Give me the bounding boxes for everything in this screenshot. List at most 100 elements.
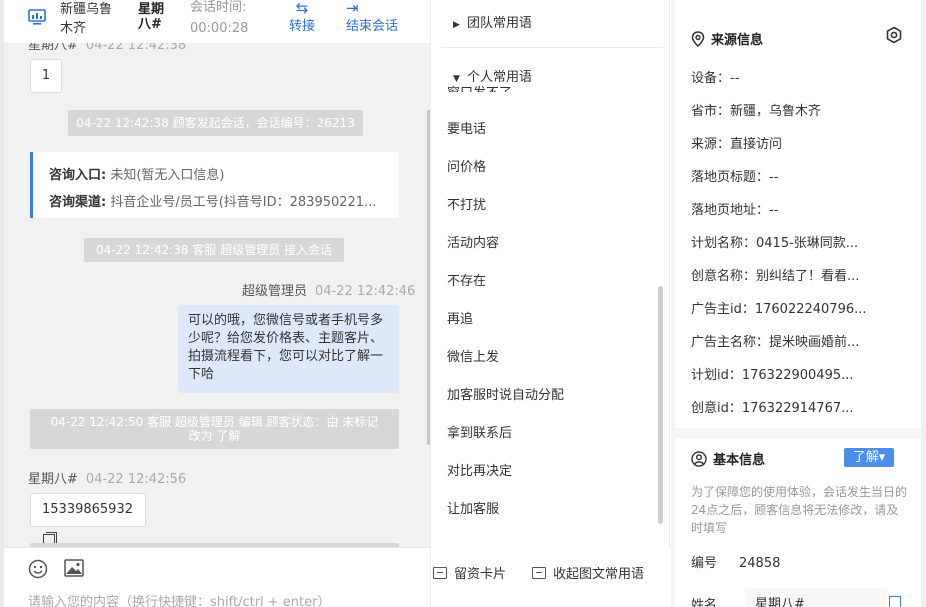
lead-card-button[interactable]: 留资卡片 [433,563,506,582]
workspace: 星期八# 04-22 12:42:38 1 04-22 12:42:38 顾客发起… [0,0,926,607]
channel-value: 抖音企业号/员工号(抖音号ID：283950221... [110,195,377,210]
source-info-title: 来源信息 [691,29,763,48]
visitor-name: 星期八# [138,2,165,32]
entry-label: 咨询入口: [49,168,107,183]
session-time-value: 00:00:28 [190,21,249,36]
transfer-icon: ⇆ [295,0,309,17]
message-sender: 超级管理员 [242,284,308,299]
info-right-edge [921,0,926,607]
info-plan-name: 计划名称：0415-张琳同款... [691,236,859,251]
info-advertiser-name: 广告主名称：提米映画婚前... [691,335,860,350]
visitor-location: 新疆乌鲁木齐 [60,2,113,36]
chat-header: 新疆乌鲁木齐 星期八# 会话时间: 00:00:28 ⇆ 转接 ⇥ 结束会话 [4,0,430,43]
team-phrases-label: 团队常用语 [467,16,533,31]
phrase-item[interactable]: 加客服时说自动分配 [447,384,564,403]
message-icon [532,567,546,579]
info-landing-title: 落地页标题：-- [691,170,779,185]
collapse-phrases-label: 收起图文常用语 [553,567,645,582]
customer-status-dropdown[interactable]: 了解▾ [844,448,894,467]
info-creative-id: 创意id：176322914767... [691,401,854,416]
info-creative-name: 创意名称：别纠结了！看看... [691,269,860,284]
message-meta-agent: 超级管理员 04-22 12:42:46 [242,280,415,299]
user-icon [691,451,707,467]
message-time: 04-22 12:42:56 [85,472,187,487]
customer-id-value: 24858 [739,556,781,571]
info-device: 设备：-- [691,71,740,86]
visitor-phone-text: 15339865932 [42,502,133,517]
phrase-item[interactable]: 让加客服 [447,498,499,517]
customer-id-row: 编号 24858 [691,552,780,571]
collapse-phrases-button[interactable]: 收起图文常用语 [532,563,644,582]
source-info-label: 来源信息 [711,33,764,48]
common-phrases-panel: ▶团队常用语 ▼个人常用语 窗口发不了 要电话 问价格 不打扰 活动内容 不存在… [430,0,671,607]
entry-value: 未知(暂无入口信息) [110,168,225,183]
channel-row: 咨询渠道: 抖音企业号/员工号(抖音号ID：283950221... [49,191,376,210]
system-session-start: 04-22 12:42:38 顾客发起会话，会话编号：26213 [68,110,363,136]
settings-icon[interactable] [885,26,903,44]
agent-message-bubble: 可以的哦，您微信号或者手机号多少呢？给您发价格表、主题客片、拍摄流程看下，您可以… [178,305,399,393]
message-time: 04-22 12:42:46 [315,284,416,299]
chat-message-list[interactable]: 星期八# 04-22 12:42:38 1 04-22 12:42:38 顾客发起… [4,30,430,547]
transfer-button[interactable]: ⇆ 转接 [284,0,320,36]
customer-name-field[interactable]: 星期八# [745,588,887,607]
phrases-footer: 留资卡片 收起图文常用语 [431,547,671,607]
phrase-item[interactable]: 不打扰 [447,194,486,213]
status-change-line-2: 改为 了解 [188,429,241,443]
location-pin-icon [691,31,705,48]
end-session-label: 结束会话 [346,19,399,34]
phrase-item[interactable]: 再追 [447,308,473,327]
card-icon [433,567,447,579]
customer-id-label: 编号 [691,556,718,571]
info-advertiser-id: 广告主id：176022240796... [691,302,867,317]
lead-card-label: 留资卡片 [454,567,507,582]
customer-info-panel: 来源信息 设备：-- 省市：新疆，乌鲁木齐 来源：直接访问 落地页标题：-- 落… [671,0,926,607]
chat-toolbar [4,547,430,587]
phrase-item[interactable]: 微信上发 [447,346,499,365]
team-phrases-group[interactable]: ▶ 团队常用语 [453,12,532,31]
monitor-icon [28,9,46,25]
phrases-scrollbar[interactable] [658,286,663,524]
visitor-phone-bubble: 15339865932 [30,493,146,546]
transfer-label: 转接 [288,19,315,34]
system-agent-join: 04-22 12:42:38 客服 超级管理员 接入会话 [84,238,344,262]
message-meta-visitor: 星期八# 04-22 12:42:56 [28,468,186,487]
exit-icon: ⇥ [346,0,359,17]
phrase-item[interactable]: 不存在 [447,270,486,289]
system-status-change: 04-22 12:42:50 客服 超级管理员 编辑 顾客状态：由 未标记 改为… [30,409,399,449]
phrase-item[interactable]: 活动内容 [447,232,499,251]
message-input-area[interactable] [4,587,430,607]
chat-panel: 星期八# 04-22 12:42:38 1 04-22 12:42:38 顾客发起… [0,0,430,607]
entry-row: 咨询入口: 未知(暂无入口信息) [49,164,225,183]
visitor-message-bubble: 1 [30,59,62,93]
end-session-button[interactable]: ⇥ 结束会话 [346,0,406,36]
phrase-item[interactable]: 问价格 [447,156,486,175]
basic-info-title: 基本信息 [691,449,765,468]
info-source: 来源：直接访问 [691,137,783,152]
caret-right-icon: ▶ [453,20,460,30]
agent-message-text: 可以的哦，您微信号或者手机号多少呢？给您发价格表、主题客片、拍摄流程看下，您可以… [188,313,384,382]
info-province-city: 省市：新疆，乌鲁木齐 [691,104,822,119]
entry-info-card: 咨询入口: 未知(暂无入口信息) 咨询渠道: 抖音企业号/员工号(抖音号ID：2… [30,152,399,218]
phrase-item[interactable]: 对比再决定 [447,460,512,479]
info-landing-url: 落地页地址：-- [691,203,779,218]
message-input[interactable] [28,595,418,607]
basic-info-label: 基本信息 [713,453,766,468]
section-gap [675,428,921,438]
phrase-item[interactable]: 拿到联系后 [447,422,512,441]
edit-notice: 为了保障您的使用体验，会话发生当日的24点之后，顾客信息将无法修改，请及时填写 [691,485,908,535]
phrase-item[interactable]: 要电话 [447,118,486,137]
channel-label: 咨询渠道: [49,195,107,210]
message-sender: 星期八# [28,472,78,487]
image-icon[interactable] [64,559,84,577]
session-time-label: 会话时间: [190,0,247,15]
status-change-line-1: 04-22 12:42:50 客服 超级管理员 编辑 顾客状态：由 未标记 [50,415,379,429]
phrase-item[interactable]: 窗口发不了 [447,80,512,92]
divider [441,47,663,48]
visitor-message-text: 1 [41,68,51,83]
phrase-item-label: 窗口发不了 [447,82,512,92]
customer-name-label: 姓名 [691,598,718,607]
emoji-icon[interactable] [28,559,48,579]
info-left-edge [671,0,675,607]
copy-icon[interactable] [889,596,901,607]
info-plan-id: 计划id：176322900495... [691,368,854,383]
